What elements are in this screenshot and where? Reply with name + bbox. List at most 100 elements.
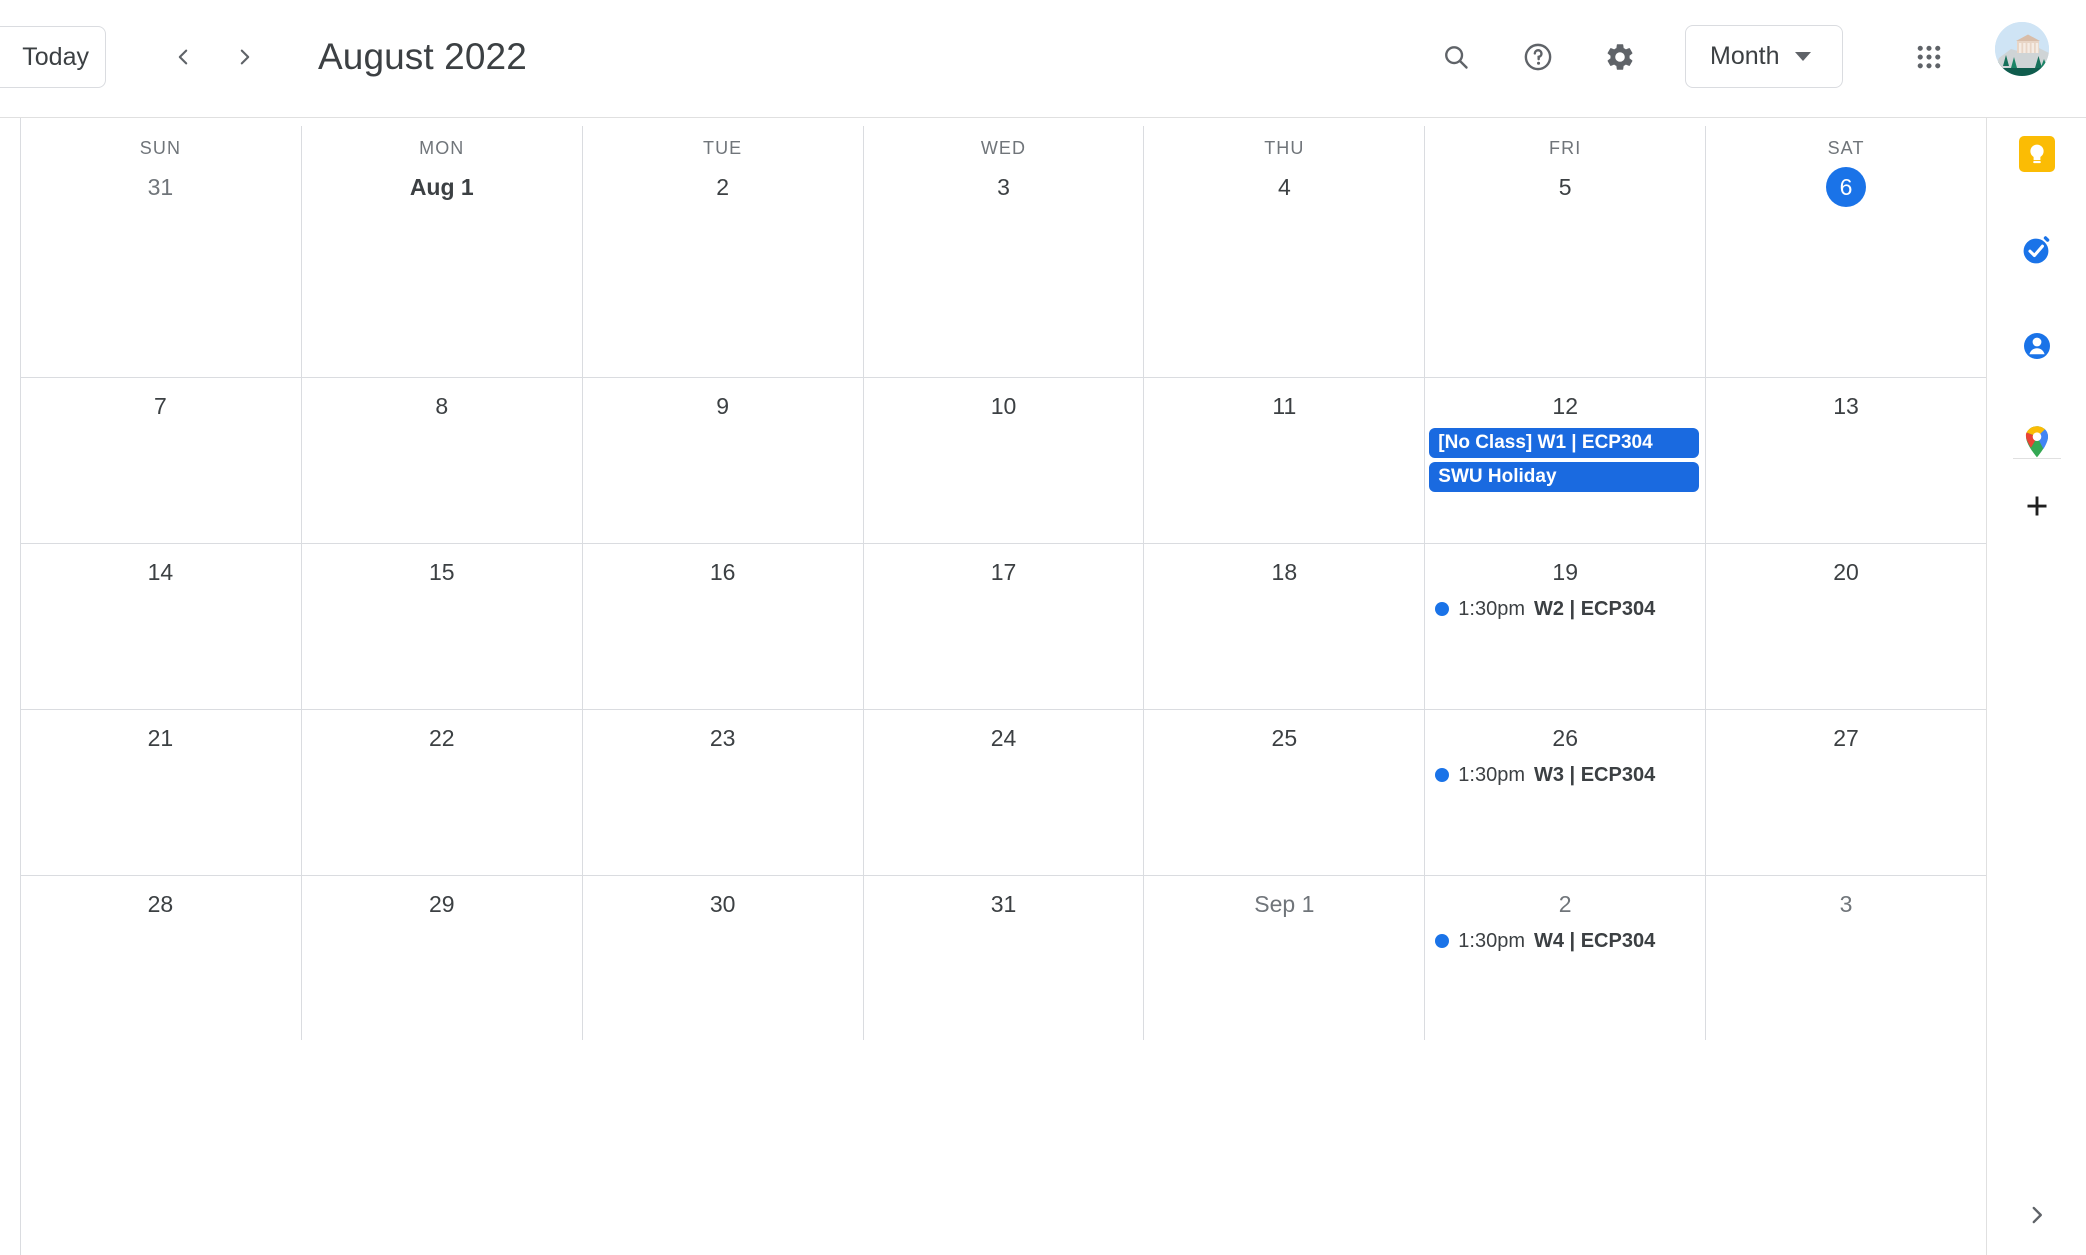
day-cell[interactable]: 22 (300, 710, 582, 875)
day-of-week-header: SUN (139, 138, 182, 158)
day-number[interactable]: 24 (864, 718, 1144, 758)
day-cell[interactable]: 9 (581, 378, 863, 543)
timed-event[interactable]: 1:30pm W4 | ECP304 (1429, 926, 1699, 956)
view-mode-select[interactable]: Month (1685, 25, 1843, 88)
day-cell[interactable]: SUN 31 (20, 126, 301, 377)
day-number[interactable]: 26 (1425, 718, 1705, 758)
google-apps-button[interactable] (1898, 26, 1960, 88)
day-cell[interactable]: SAT 6 (1705, 126, 1986, 377)
day-number[interactable]: 3 (864, 167, 1144, 207)
show-side-panel-button[interactable] (2009, 1187, 2065, 1243)
day-cell[interactable]: 19 1:30pm W2 | ECP304 (1424, 544, 1705, 709)
day-cell[interactable]: MON Aug 1 (300, 126, 582, 377)
side-panel-item-maps[interactable] (2009, 414, 2065, 470)
day-cell[interactable]: 2 1:30pm W4 | ECP304 (1424, 876, 1705, 1040)
day-number[interactable]: 9 (583, 386, 863, 426)
day-cell[interactable]: 10 (862, 378, 1144, 543)
day-number[interactable]: 8 (302, 386, 582, 426)
event-title: W3 | ECP304 (1534, 763, 1656, 786)
day-number[interactable]: 23 (583, 718, 863, 758)
day-cell[interactable]: 26 1:30pm W3 | ECP304 (1424, 710, 1705, 875)
day-cell[interactable]: 31 (862, 876, 1144, 1040)
day-number[interactable]: 2 (583, 167, 863, 207)
day-cell[interactable]: 27 (1705, 710, 1986, 875)
day-cell[interactable]: 7 (20, 378, 301, 543)
timed-event[interactable]: 1:30pm W3 | ECP304 (1429, 760, 1699, 790)
event-color-dot (1435, 934, 1450, 948)
day-number[interactable]: 20 (1706, 552, 1986, 592)
day-number[interactable]: 14 (20, 552, 301, 592)
day-cell[interactable]: Sep 1 (1143, 876, 1424, 1040)
side-panel-item-keep[interactable] (2009, 126, 2065, 182)
day-number[interactable]: 10 (864, 386, 1144, 426)
day-cell[interactable]: 8 (300, 378, 582, 543)
day-number[interactable]: 18 (1144, 552, 1424, 592)
day-cell[interactable]: 28 (20, 876, 301, 1040)
add-ons-button[interactable] (2009, 478, 2065, 534)
day-cell[interactable]: 29 (300, 876, 582, 1040)
day-number[interactable]: 19 (1425, 552, 1705, 592)
day-number[interactable]: Aug 1 (302, 167, 582, 207)
day-number[interactable]: 25 (1144, 718, 1424, 758)
event-title: W4 | ECP304 (1534, 929, 1656, 952)
search-button[interactable] (1425, 26, 1487, 88)
day-number[interactable]: 28 (20, 884, 301, 924)
day-number[interactable]: 7 (20, 386, 301, 426)
google-tasks-icon (2023, 236, 2050, 264)
day-number[interactable]: 22 (302, 718, 582, 758)
day-cell[interactable]: 25 (1143, 710, 1424, 875)
day-number[interactable]: 17 (864, 552, 1144, 592)
today-button[interactable]: Today (0, 26, 106, 88)
day-number[interactable]: 16 (583, 552, 863, 592)
day-number[interactable]: 11 (1144, 386, 1424, 426)
all-day-event-chip[interactable]: [No Class] W1 | ECP304 (1429, 428, 1700, 458)
avatar[interactable] (1995, 22, 2049, 76)
side-panel-item-contacts[interactable] (2009, 318, 2065, 374)
google-maps-icon (2025, 426, 2048, 458)
day-cell[interactable]: 21 (20, 710, 301, 875)
day-cell[interactable]: WED 3 (862, 126, 1144, 377)
day-cell[interactable]: 11 (1143, 378, 1424, 543)
day-number[interactable]: 5 (1425, 167, 1705, 207)
day-number[interactable]: 3 (1706, 884, 1986, 924)
event-time: 1:30pm (1458, 929, 1525, 952)
day-cell[interactable]: 14 (20, 544, 301, 709)
day-number[interactable]: 15 (302, 552, 582, 592)
support-button[interactable] (1507, 26, 1569, 88)
day-events: 1:30pm W3 | ECP304 (1425, 760, 1705, 790)
all-day-event-chip[interactable]: SWU Holiday (1429, 462, 1700, 492)
day-number[interactable]: 31 (20, 167, 301, 207)
day-cell[interactable]: 23 (581, 710, 863, 875)
day-cell[interactable]: 20 (1705, 544, 1986, 709)
day-number[interactable]: Sep 1 (1144, 884, 1424, 924)
day-cell[interactable]: 13 (1705, 378, 1986, 543)
day-cell[interactable]: TUE 2 (581, 126, 863, 377)
day-cell[interactable]: 3 (1705, 876, 1986, 1040)
day-number[interactable]: 2 (1425, 884, 1705, 924)
day-number[interactable]: 6 (1706, 167, 1986, 207)
day-cell[interactable]: 18 (1143, 544, 1424, 709)
previous-period-button[interactable] (152, 26, 214, 88)
day-number[interactable]: 21 (20, 718, 301, 758)
day-cell[interactable]: 30 (581, 876, 863, 1040)
day-number[interactable]: 31 (864, 884, 1144, 924)
day-cell[interactable]: FRI 5 (1424, 126, 1705, 377)
day-cell[interactable]: 16 (581, 544, 863, 709)
day-number[interactable]: 30 (583, 884, 863, 924)
day-cell[interactable]: 15 (300, 544, 582, 709)
day-number[interactable]: 27 (1706, 718, 1986, 758)
day-cell[interactable]: 12 [No Class] W1 | ECP304 SWU Holiday (1424, 378, 1705, 543)
day-number[interactable]: 12 (1425, 386, 1705, 426)
settings-button[interactable] (1589, 26, 1651, 88)
gear-icon (1607, 44, 1633, 70)
day-number[interactable]: 29 (302, 884, 582, 924)
day-cell[interactable]: THU 4 (1143, 126, 1424, 377)
week-row: 28 29 30 31 Sep 1 2 1:30pm W4 | ECP304 3 (20, 875, 1986, 1040)
day-number[interactable]: 4 (1144, 167, 1424, 207)
day-cell[interactable]: 24 (862, 710, 1144, 875)
side-panel-item-tasks[interactable] (2009, 222, 2065, 278)
day-cell[interactable]: 17 (862, 544, 1144, 709)
next-period-button[interactable] (214, 26, 276, 88)
timed-event[interactable]: 1:30pm W2 | ECP304 (1429, 594, 1699, 624)
day-number[interactable]: 13 (1706, 386, 1986, 426)
